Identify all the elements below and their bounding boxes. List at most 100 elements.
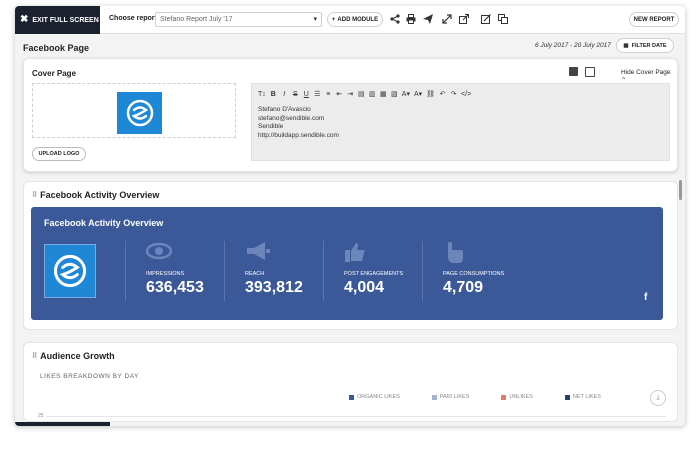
legend-swatch	[501, 394, 507, 400]
scrollbar-track[interactable]	[678, 176, 683, 424]
activity-section-title: Facebook Activity Overview	[40, 190, 160, 200]
external-link-icon[interactable]	[459, 14, 469, 24]
outdent-icon[interactable]: ⇤	[336, 90, 343, 98]
metric-label: REACH	[245, 271, 265, 277]
cover-text-content[interactable]: Stefano D'Avascio stefano@sendible.com S…	[258, 106, 339, 140]
send-icon[interactable]	[423, 14, 433, 24]
choose-report-label: Choose report	[109, 15, 157, 22]
legend-item-net[interactable]: NET LIKES	[564, 394, 601, 400]
cover-page-title: Cover Page	[32, 69, 77, 78]
link-icon[interactable]: ⛓	[426, 90, 435, 98]
legend-label: ORGANIC LIKES	[357, 394, 400, 400]
numbered-list-icon[interactable]: ≡	[325, 91, 332, 98]
new-report-button[interactable]: NEW REPORT	[629, 12, 679, 27]
legend-item-unlikes[interactable]: UNLIKES	[501, 394, 533, 400]
thumbs-up-icon	[344, 241, 403, 267]
hide-cover-label: Hide Cover Page	[621, 69, 671, 76]
editor-line: Stefano D'Avascio	[258, 106, 311, 113]
sendible-logo-icon	[53, 254, 87, 288]
filter-date-button[interactable]: ▦ FILTER DATE	[616, 38, 674, 53]
report-select-value: Stefano Report July '17	[160, 16, 233, 23]
align-left-icon[interactable]: ▤	[358, 90, 365, 98]
scrollbar-thumb[interactable]	[679, 180, 682, 200]
metric-value: 636,453	[146, 279, 204, 296]
gridline	[46, 416, 666, 417]
legend-item-organic[interactable]: ORGANIC LIKES	[349, 394, 400, 400]
metric-value: 4,709	[443, 279, 484, 296]
cover-text-editor[interactable]: T↕ B I S U ☰ ≡ ⇤ ⇥ ▤ ▥ ▦ ▧ A▾ A▾ ⛓ ↶ ↷ <…	[251, 83, 670, 161]
activity-overview-card: ⠿ Facebook Activity Overview Facebook Ac…	[23, 181, 678, 330]
cover-page-card: Cover Page Hide Cover Page ⌃ UPLOAD LOGO…	[23, 58, 678, 172]
text-size-icon[interactable]: T↕	[258, 91, 266, 98]
chart-legend: ORGANIC LIKES PAID LIKES UNLIKES NET LIK…	[349, 394, 601, 400]
legend-item-paid[interactable]: PAID LIKES	[431, 394, 470, 400]
share-icon[interactable]	[390, 14, 400, 24]
plus-icon: +	[331, 16, 336, 23]
hand-pointer-icon	[443, 241, 504, 267]
copy-icon[interactable]	[585, 67, 595, 77]
underline-icon[interactable]: U	[303, 91, 310, 98]
activity-section-header: ⠿ Facebook Activity Overview	[32, 190, 159, 200]
metric-post-engagements: POST ENGAGEMENTS 4,004	[323, 241, 403, 301]
upload-logo-button[interactable]: UPLOAD LOGO	[32, 147, 86, 161]
bold-icon[interactable]: B	[270, 91, 277, 98]
image-icon[interactable]	[569, 67, 578, 76]
copy-icon[interactable]	[498, 14, 508, 24]
redo-icon[interactable]: ↷	[450, 90, 457, 98]
metric-label: PAGE CONSUMPTIONS	[443, 271, 505, 277]
metric-reach: REACH 393,812	[224, 241, 303, 301]
italic-icon[interactable]: I	[281, 91, 288, 98]
legend-swatch	[431, 394, 437, 400]
add-module-label: ADD MODULE	[337, 16, 379, 23]
legend-label: UNLIKES	[509, 394, 533, 400]
drag-handle-icon[interactable]: ⠿	[32, 191, 37, 199]
editor-toolbar: T↕ B I S U ☰ ≡ ⇤ ⇥ ▤ ▥ ▦ ▧ A▾ A▾ ⛓ ↶ ↷ <…	[258, 90, 471, 99]
justify-icon[interactable]: ▧	[391, 90, 398, 98]
fb-panel-title: Facebook Activity Overview	[44, 218, 164, 228]
eye-icon	[145, 241, 204, 267]
align-center-icon[interactable]: ▥	[369, 90, 376, 98]
metric-impressions: IMPRESSIONS 636,453	[125, 241, 204, 301]
facebook-overview-panel: Facebook Activity Overview IMPRESSIONS 6…	[31, 207, 663, 320]
add-module-button[interactable]: + ADD MODULE	[327, 12, 383, 27]
metric-page-consumptions: PAGE CONSUMPTIONS 4,709	[422, 241, 504, 301]
font-color-icon[interactable]: A▾	[402, 90, 410, 98]
drag-handle-icon[interactable]: ⠿	[32, 352, 37, 360]
audience-section-header: ⠿ Audience Growth	[32, 351, 115, 361]
likes-breakdown-subtitle: LIKES BREAKDOWN BY DAY	[40, 373, 139, 380]
calendar-icon: ▦	[623, 42, 629, 49]
strikethrough-icon[interactable]: S	[292, 91, 299, 98]
exit-full-screen-button[interactable]: ✖ EXIT FULL SCREEN	[15, 6, 100, 34]
indent-icon[interactable]: ⇥	[347, 90, 354, 98]
bullet-list-icon[interactable]: ☰	[314, 90, 321, 98]
undo-icon[interactable]: ↶	[439, 90, 446, 98]
code-icon[interactable]: </>	[461, 91, 471, 98]
align-right-icon[interactable]: ▦	[380, 90, 387, 98]
filter-date-label: FILTER DATE	[631, 42, 667, 49]
download-icon[interactable]: ⤓	[650, 390, 666, 406]
metric-value: 4,004	[344, 279, 385, 296]
metric-label: IMPRESSIONS	[146, 271, 185, 277]
megaphone-icon	[245, 241, 303, 267]
metric-value: 393,812	[245, 279, 303, 296]
facebook-icon: f	[644, 292, 648, 303]
editor-line: Sendible	[258, 123, 284, 130]
date-range: 6 July 2017 - 20 July 2017	[535, 42, 611, 49]
audience-growth-card: ⠿ Audience Growth LIKES BREAKDOWN BY DAY…	[23, 342, 678, 422]
report-window: ✖ EXIT FULL SCREEN Choose report Stefano…	[15, 6, 685, 426]
edit-icon[interactable]	[481, 14, 491, 24]
hide-cover-page-toggle[interactable]: Hide Cover Page ⌃	[621, 69, 677, 84]
sendible-logo	[44, 244, 96, 298]
page-title: Facebook Page	[23, 43, 90, 53]
exit-label: EXIT FULL SCREEN	[32, 16, 99, 24]
chevron-down-icon: ▾	[313, 16, 317, 23]
expand-icon[interactable]	[442, 14, 452, 24]
audience-section-title: Audience Growth	[40, 351, 115, 361]
legend-label: PAID LIKES	[439, 394, 470, 400]
report-select[interactable]: Stefano Report July '17 ▾	[155, 12, 322, 27]
font-size-icon[interactable]: A▾	[414, 90, 422, 98]
print-icon[interactable]	[406, 14, 416, 24]
sendible-logo	[117, 92, 162, 134]
metric-label: POST ENGAGEMENTS	[344, 271, 404, 277]
loading-progress-bar	[15, 422, 110, 426]
